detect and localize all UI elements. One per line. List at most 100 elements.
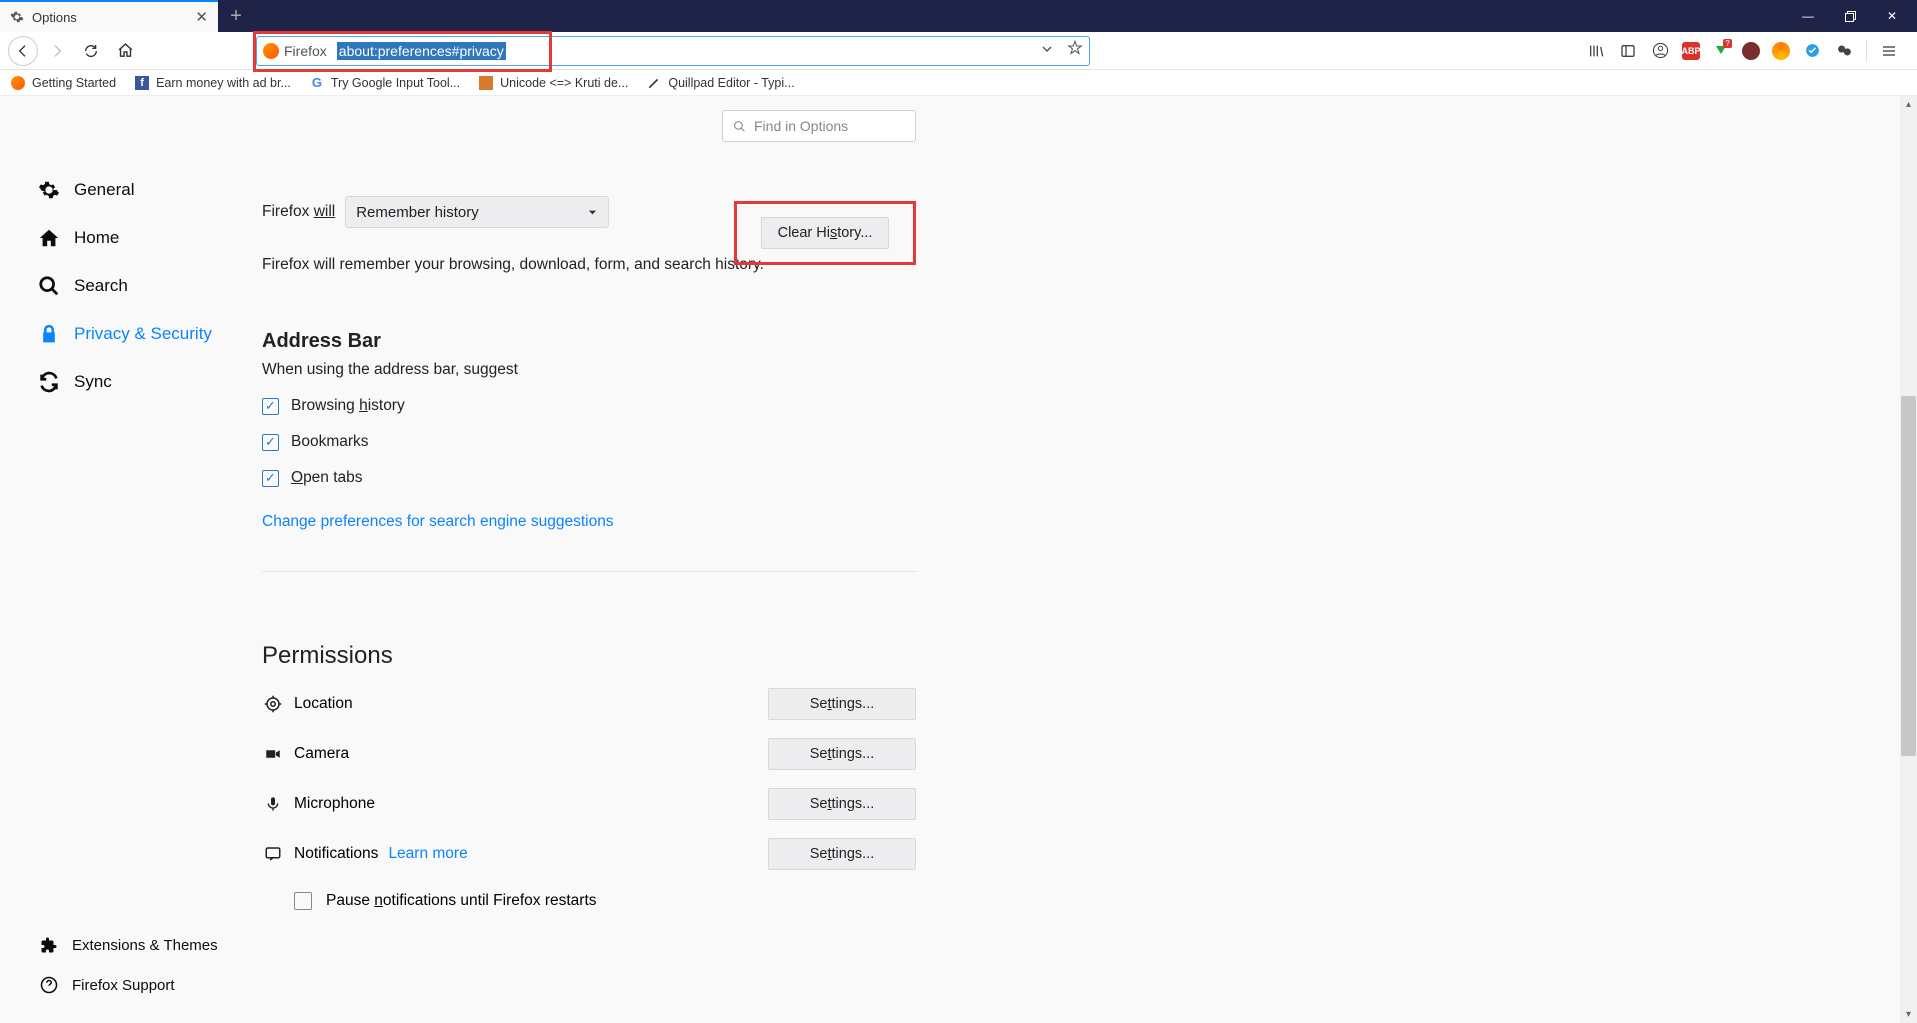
help-icon [38,974,60,996]
checkbox-icon [294,892,312,910]
home-button[interactable] [110,36,140,66]
bookmark-item[interactable]: Quillpad Editor - Typi... [646,75,794,91]
minimize-icon[interactable]: — [1801,9,1815,23]
preferences-page: General Home Search Privacy & Security S… [0,96,1917,1023]
sidebar-item-support[interactable]: Firefox Support [38,965,218,1005]
ext-icon-3[interactable] [1802,41,1822,61]
gear-icon [10,10,24,24]
close-window-icon[interactable]: ✕ [1885,9,1899,23]
search-placeholder: Find in Options [754,118,848,134]
tab-strip: Options ✕ + — ✕ [0,0,1917,32]
chevron-down-icon [587,207,598,218]
suggest-history-checkbox[interactable]: ✓Browsing history [262,397,1917,415]
account-icon[interactable] [1650,41,1670,61]
address-bar-subtext: When using the address bar, suggest [262,361,1917,379]
divider [262,571,916,572]
notification-icon [262,845,284,863]
ext-icon-4[interactable] [1834,41,1854,61]
microphone-icon [262,795,284,813]
library-icon[interactable] [1586,41,1606,61]
bookmark-star-icon[interactable] [1067,40,1083,61]
history-mode-label: Firefox will [262,203,335,221]
suggest-bookmarks-checkbox[interactable]: ✓Bookmarks [262,433,1917,451]
close-icon[interactable]: ✕ [195,8,208,26]
bookmarks-bar: Getting Started fEarn money with ad br..… [0,70,1917,96]
maximize-icon[interactable] [1843,9,1857,23]
toolbar-actions: ABP [1586,40,1909,62]
firefox-icon [10,75,26,91]
search-suggestions-link[interactable]: Change preferences for search engine sug… [262,513,614,531]
bookmark-item[interactable]: fEarn money with ad br... [134,75,291,91]
permission-row-notifications: Notifications Learn more Settings... [262,838,916,870]
permission-row-location: Location Settings... [262,688,916,720]
checkbox-icon: ✓ [262,434,279,451]
sidebar-item-search[interactable]: Search [38,262,240,310]
notifications-settings-button[interactable]: Settings... [768,838,916,870]
history-dropdown-icon[interactable] [1041,42,1053,60]
sidebar-item-general[interactable]: General [38,166,240,214]
new-tab-button[interactable]: + [218,0,254,32]
bookmark-item[interactable]: GTry Google Input Tool... [309,75,460,91]
scroll-thumb[interactable] [1901,396,1916,756]
content-pane: Find in Options Firefox will Remember hi… [240,96,1917,1023]
camera-icon [262,745,284,763]
permissions-heading: Permissions [262,642,1917,670]
bookmark-item[interactable]: Getting Started [10,75,116,91]
address-bar-heading: Address Bar [262,330,1917,353]
window-controls: — ✕ [1801,0,1917,32]
facebook-icon: f [134,75,150,91]
history-description: Firefox will remember your browsing, dow… [262,256,1917,274]
url-bar[interactable]: Firefox about:preferences#privacy [256,36,1090,66]
pause-notifications-checkbox[interactable]: Pause notifications until Firefox restar… [294,892,1917,910]
suggest-opentabs-checkbox[interactable]: ✓Open tabs [262,469,1917,487]
sidebar-item-privacy[interactable]: Privacy & Security [38,310,240,358]
quill-icon [646,75,662,91]
url-text: about:preferences#privacy [337,42,506,60]
identity-label: Firefox [284,43,327,59]
location-settings-button[interactable]: Settings... [768,688,916,720]
categories-sidebar: General Home Search Privacy & Security S… [0,96,240,1023]
forward-button[interactable] [42,36,72,66]
site-icon [478,75,494,91]
ext-icon-2[interactable] [1772,42,1790,60]
reload-button[interactable] [76,36,106,66]
find-in-options[interactable]: Find in Options [722,110,916,142]
location-icon [262,695,284,713]
sync-icon [38,371,60,393]
clear-history-button[interactable]: Clear History... [761,217,890,249]
permission-row-camera: Camera Settings... [262,738,916,770]
gear-icon [38,179,60,201]
google-icon: G [309,75,325,91]
tab-title: Options [32,10,187,25]
permission-row-microphone: Microphone Settings... [262,788,916,820]
scroll-down-icon[interactable]: ▾ [1900,1006,1917,1023]
bookmark-item[interactable]: Unicode <=> Kruti de... [478,75,628,91]
sidebar-item-home[interactable]: Home [38,214,240,262]
abp-icon[interactable]: ABP [1682,42,1700,60]
microphone-settings-button[interactable]: Settings... [768,788,916,820]
firefox-icon [263,43,279,59]
identity-box[interactable]: Firefox [263,43,327,59]
separator [1866,40,1867,62]
checkbox-icon: ✓ [262,398,279,415]
camera-settings-button[interactable]: Settings... [768,738,916,770]
download-status-icon[interactable] [1712,42,1730,60]
search-icon [38,275,60,297]
menu-icon[interactable] [1879,41,1899,61]
sidebar-icon[interactable] [1618,41,1638,61]
home-icon [38,227,60,249]
scrollbar[interactable]: ▴ ▾ [1900,96,1917,1023]
checkbox-icon: ✓ [262,470,279,487]
puzzle-icon [38,934,60,956]
tab-options[interactable]: Options ✕ [0,0,218,32]
ext-icon-1[interactable] [1742,42,1760,60]
search-icon [733,120,746,133]
annotation-highlight: Clear History... [734,201,916,265]
sidebar-item-extensions[interactable]: Extensions & Themes [38,925,218,965]
back-button[interactable] [8,36,38,66]
nav-toolbar: Firefox about:preferences#privacy ABP [0,32,1917,70]
sidebar-item-sync[interactable]: Sync [38,358,240,406]
scroll-up-icon[interactable]: ▴ [1900,96,1917,113]
notifications-learn-more-link[interactable]: Learn more [388,845,467,863]
history-mode-select[interactable]: Remember history [345,196,609,228]
